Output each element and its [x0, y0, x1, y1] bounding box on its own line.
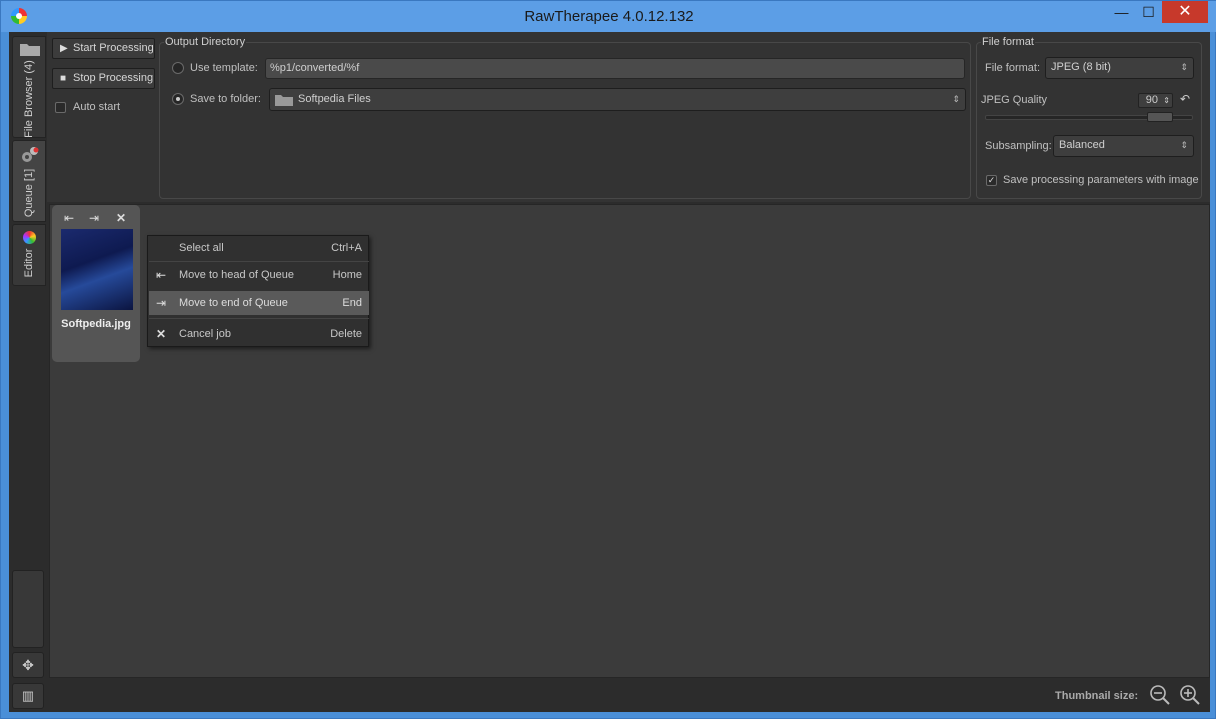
context-menu: Select all Ctrl+A ⇤ Move to head of Queu…	[147, 235, 369, 347]
folder-chooser[interactable]: Softpedia Files ⇕	[269, 88, 966, 111]
file-format-select[interactable]: JPEG (8 bit) ⇕	[1045, 57, 1194, 79]
stop-processing-button[interactable]: ■ Stop Processing	[52, 68, 155, 89]
color-wheel-icon	[23, 231, 36, 244]
move-to-head-icon: ⇤	[156, 268, 167, 282]
thumbnail-image	[61, 229, 133, 310]
maximize-button[interactable]: ☐	[1135, 1, 1162, 23]
cancel-icon: ✕	[156, 327, 167, 341]
folder-icon	[275, 95, 293, 106]
tab-editor[interactable]: Editor	[12, 224, 46, 286]
tab-queue-label: Queue [1]	[23, 168, 35, 218]
sidebar: File Browser (4) Queue [1] Editor ✥ ▥	[9, 32, 47, 712]
menu-item-shortcut: Home	[332, 269, 362, 281]
stop-icon: ■	[60, 73, 67, 84]
output-directory-frame: Output Directory Use template: %p1/conve…	[159, 36, 971, 199]
template-input[interactable]: %p1/converted/%f	[265, 58, 965, 79]
output-directory-title: Output Directory	[164, 36, 247, 48]
subsampling-select[interactable]: Balanced ⇕	[1053, 135, 1194, 157]
jpeg-quality-slider-handle[interactable]	[1147, 112, 1173, 122]
thumbnail-filename: Softpedia.jpg	[61, 318, 131, 330]
menu-item-label: Move to end of Queue	[179, 297, 288, 309]
gears-icon	[22, 147, 39, 162]
subsampling-value: Balanced	[1059, 139, 1105, 151]
menu-item-move-to-end[interactable]: ⇥ Move to end of Queue End	[149, 291, 369, 315]
folder-value: Softpedia Files	[298, 93, 371, 105]
chevron-updown-icon: ⇕	[952, 94, 960, 104]
queue-area: ⇤ ⇥ ✕ Softpedia.jpg Select all Ctrl+A ⇤ …	[49, 204, 1210, 678]
move-to-end-icon: ⇥	[156, 296, 167, 310]
queue-settings-panel: ▶ Start Processing ■ Stop Processing Aut…	[47, 32, 1210, 202]
menu-item-move-to-head[interactable]: ⇤ Move to head of Queue Home	[149, 263, 369, 287]
chevron-updown-icon: ⇕	[1180, 140, 1188, 150]
file-format-value: JPEG (8 bit)	[1051, 61, 1111, 73]
tab-queue[interactable]: Queue [1]	[12, 140, 46, 222]
jpeg-quality-spinner[interactable]: 90 ⇕	[1138, 93, 1173, 108]
menu-item-shortcut: End	[342, 297, 362, 309]
menu-item-shortcut: Delete	[330, 328, 362, 340]
spin-arrows-icon: ⇕	[1163, 96, 1170, 105]
menu-separator	[149, 318, 369, 319]
auto-start-label: Auto start	[73, 101, 121, 113]
use-template-label: Use template:	[190, 62, 258, 74]
status-bar: Thumbnail size:	[47, 679, 1210, 712]
minimize-button[interactable]: —	[1108, 1, 1135, 23]
zoom-out-icon[interactable]	[1149, 684, 1171, 706]
title-bar: RawTherapee 4.0.12.132 — ☐ ✕	[1, 1, 1216, 32]
menu-item-select-all[interactable]: Select all Ctrl+A	[149, 236, 369, 260]
jpeg-quality-label: JPEG Quality	[981, 94, 1048, 106]
app-window: RawTherapee 4.0.12.132 — ☐ ✕ File Browse…	[0, 0, 1216, 719]
menu-item-label: Select all	[179, 242, 224, 254]
tab-file-browser-label: File Browser (4)	[23, 60, 35, 138]
save-params-label: Save processing parameters with image	[1003, 174, 1199, 186]
save-to-folder-label: Save to folder:	[190, 93, 261, 105]
file-format-title: File format	[981, 36, 1035, 48]
file-format-frame: File format File format: JPEG (8 bit) ⇕ …	[976, 36, 1202, 199]
menu-item-label: Move to head of Queue	[179, 269, 294, 281]
client-area: File Browser (4) Queue [1] Editor ✥ ▥ ▶ …	[9, 32, 1210, 712]
use-template-radio[interactable]	[172, 62, 184, 74]
save-params-checkbox[interactable]: ✓	[986, 175, 997, 186]
menu-item-shortcut: Ctrl+A	[331, 242, 362, 254]
subsampling-label: Subsampling:	[985, 140, 1052, 152]
save-to-folder-radio[interactable]	[172, 93, 184, 105]
file-format-label: File format:	[985, 62, 1041, 74]
stop-processing-label: Stop Processing	[73, 72, 154, 84]
tab-file-browser[interactable]: File Browser (4)	[12, 36, 46, 138]
move-to-end-icon[interactable]: ⇥	[89, 211, 99, 225]
menu-item-cancel-job[interactable]: ✕ Cancel job Delete	[149, 322, 369, 346]
cancel-icon[interactable]: ✕	[116, 211, 126, 225]
filmstrip-icon[interactable]: ▥	[12, 683, 44, 709]
start-processing-button[interactable]: ▶ Start Processing	[52, 38, 155, 59]
play-icon: ▶	[60, 43, 68, 54]
menu-item-label: Cancel job	[179, 328, 231, 340]
tab-editor-label: Editor	[23, 248, 35, 278]
queue-thumbnail[interactable]: ⇤ ⇥ ✕ Softpedia.jpg	[52, 205, 140, 362]
start-processing-label: Start Processing	[73, 42, 154, 54]
folder-icon	[20, 44, 40, 56]
zoom-in-icon[interactable]	[1179, 684, 1201, 706]
menu-separator	[149, 261, 369, 262]
move-arrows-icon[interactable]: ✥	[12, 652, 44, 678]
move-to-head-icon[interactable]: ⇤	[64, 211, 74, 225]
chevron-updown-icon: ⇕	[1180, 62, 1188, 72]
thumbnail-size-label: Thumbnail size:	[1055, 690, 1139, 702]
auto-start-checkbox[interactable]	[55, 102, 66, 113]
close-button[interactable]: ✕	[1162, 1, 1208, 23]
sidebar-panel-toggle[interactable]	[12, 570, 44, 648]
jpeg-quality-value: 90	[1145, 94, 1158, 106]
reset-icon[interactable]: ↶	[1180, 92, 1190, 106]
window-title: RawTherapee 4.0.12.132	[524, 8, 694, 25]
